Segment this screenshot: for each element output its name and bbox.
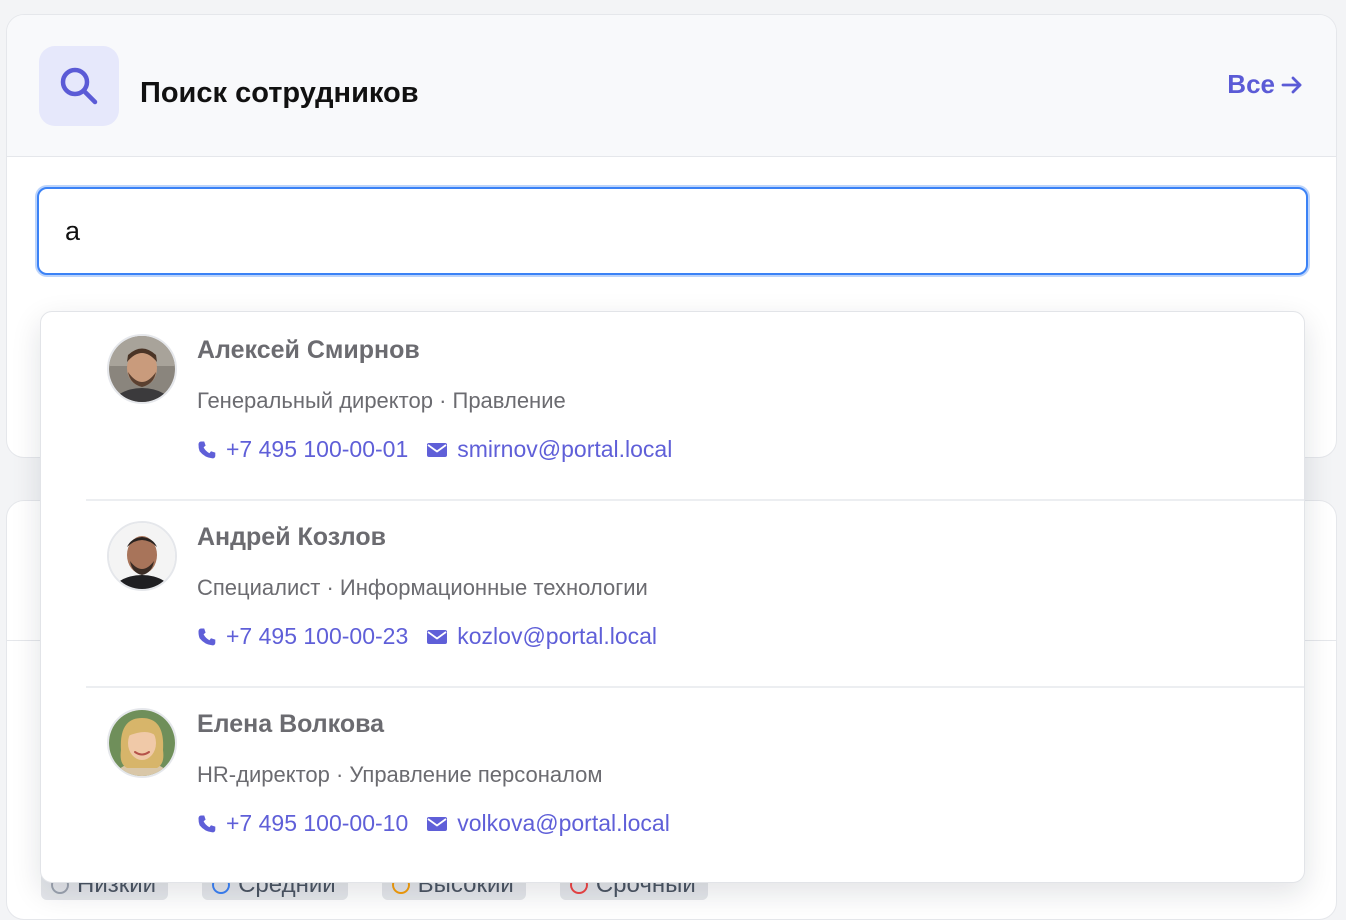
- envelope-icon: [427, 816, 448, 831]
- search-results-dropdown: Алексей Смирнов Генеральный директор · П…: [40, 311, 1305, 883]
- phone-number: +7 495 100-00-10: [226, 810, 409, 836]
- view-all-label: Все: [1227, 69, 1275, 99]
- email-link[interactable]: kozlov@portal.local: [426, 623, 657, 650]
- arrow-right-icon: [1281, 76, 1302, 93]
- avatar: [107, 334, 177, 404]
- employee-role: HR-директор · Управление персоналом: [197, 762, 603, 787]
- phone-number: +7 495 100-00-23: [226, 623, 409, 649]
- email-address: smirnov@portal.local: [457, 436, 673, 462]
- employee-role: Генеральный директор · Правление: [197, 388, 566, 413]
- phone-icon: [198, 441, 216, 458]
- envelope-icon: [427, 629, 448, 644]
- employee-name: Андрей Козлов: [197, 523, 387, 551]
- search-icon: [39, 46, 119, 126]
- phone-link[interactable]: +7 495 100-00-23: [197, 623, 408, 650]
- email-link[interactable]: volkova@portal.local: [426, 810, 670, 837]
- employee-search-input[interactable]: [37, 187, 1308, 275]
- phone-number: +7 495 100-00-01: [226, 436, 409, 462]
- employee-name: Елена Волкова: [197, 710, 385, 738]
- employee-contacts: +7 495 100-00-10 volkova@portal.local: [197, 810, 670, 837]
- phone-link[interactable]: +7 495 100-00-01: [197, 436, 408, 463]
- card-title: Поиск сотрудников: [140, 77, 419, 109]
- search-result-item[interactable]: Андрей Козлов Специалист · Информационны…: [86, 499, 1304, 688]
- email-address: kozlov@portal.local: [457, 623, 658, 649]
- avatar: [107, 708, 177, 778]
- employee-name: Алексей Смирнов: [197, 336, 420, 364]
- email-address: volkova@portal.local: [457, 810, 670, 836]
- envelope-icon: [427, 442, 448, 457]
- search-result-item[interactable]: Елена Волкова HR-директор · Управление п…: [86, 686, 1304, 873]
- employee-contacts: +7 495 100-00-23 kozlov@portal.local: [197, 623, 657, 650]
- phone-icon: [198, 628, 216, 645]
- email-link[interactable]: smirnov@portal.local: [426, 436, 672, 463]
- view-all-link[interactable]: Все: [1227, 69, 1303, 100]
- phone-link[interactable]: +7 495 100-00-10: [197, 810, 408, 837]
- card-header: Поиск сотрудников Все: [7, 15, 1336, 157]
- search-result-item[interactable]: Алексей Смирнов Генеральный директор · П…: [86, 312, 1304, 501]
- phone-icon: [198, 815, 216, 832]
- avatar: [107, 521, 177, 591]
- employee-role: Специалист · Информационные технологии: [197, 575, 648, 600]
- employee-contacts: +7 495 100-00-01 smirnov@portal.local: [197, 436, 672, 463]
